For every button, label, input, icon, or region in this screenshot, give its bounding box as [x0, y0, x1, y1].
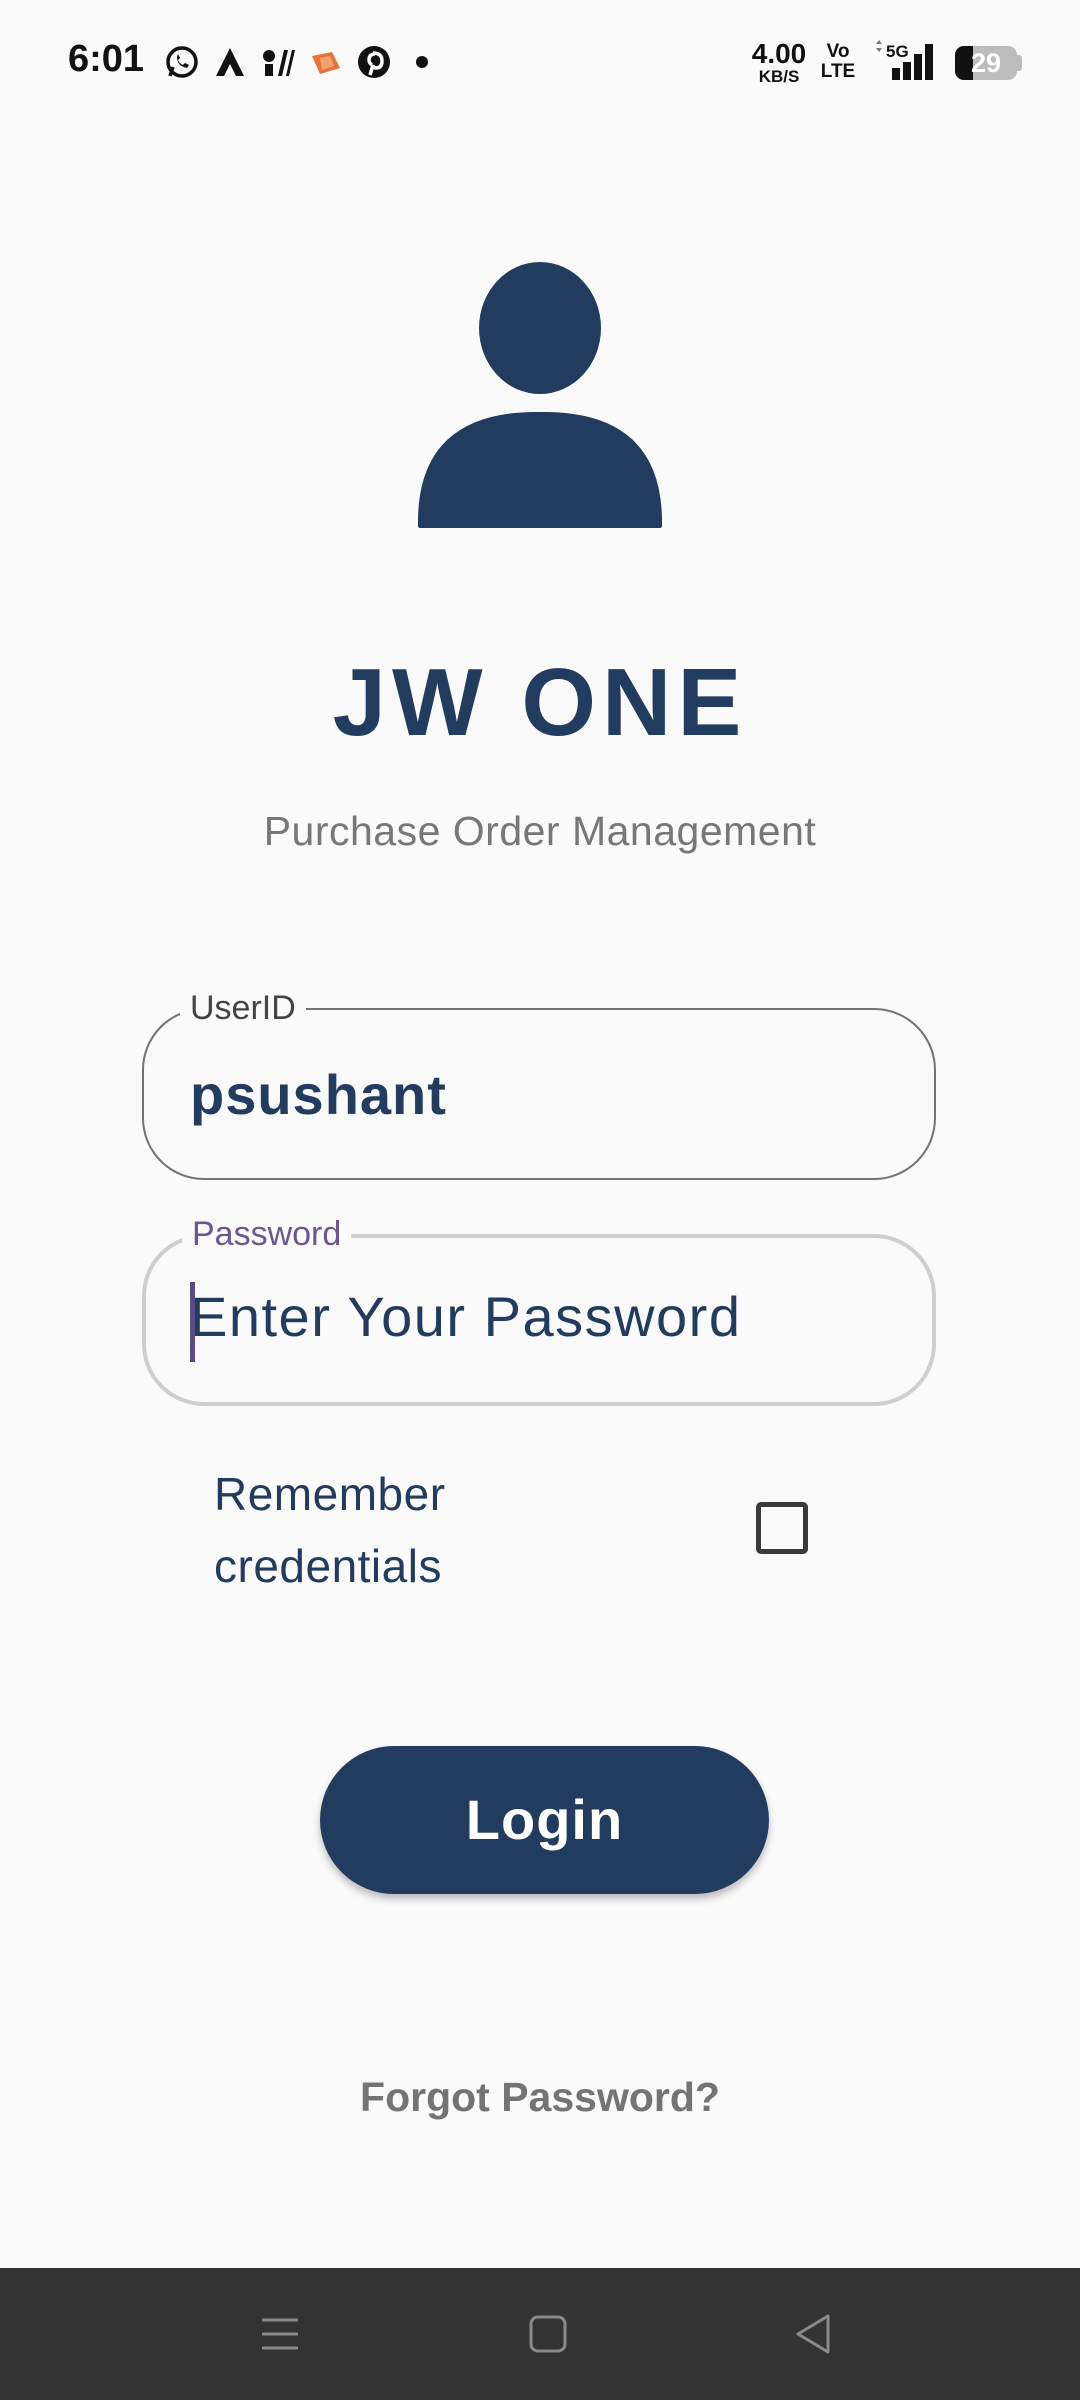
remember-credentials-label: Remember credentials [214, 1468, 446, 1592]
arrow-app-icon [216, 48, 244, 76]
back-icon[interactable] [788, 2308, 840, 2360]
password-field[interactable]: Password [142, 1214, 936, 1406]
battery-tip [1017, 55, 1022, 71]
login-button[interactable]: Login [320, 1746, 769, 1894]
menu-icon[interactable] [254, 2308, 306, 2360]
password-label: Password [182, 1214, 352, 1254]
navigation-bar [0, 2268, 1080, 2400]
userid-field[interactable]: UserID psushant [142, 988, 936, 1180]
battery-level: 29 [970, 48, 1002, 78]
ball-app-icon [263, 50, 295, 76]
network-speed: 4.00 KB/S [751, 38, 807, 86]
signal-icon: 5G [876, 40, 933, 80]
game-controller-icon [312, 52, 340, 74]
app-title: JW ONE [332, 649, 748, 756]
battery-icon: 29 [955, 46, 1017, 80]
home-icon[interactable] [522, 2308, 574, 2360]
userid-label: UserID [180, 988, 306, 1028]
password-input[interactable] [190, 1276, 880, 1356]
login-screen: 6:01 4.00 KB/S Vo LTE 5G 29 JW ONE Purch… [0, 0, 1080, 2400]
pinterest-icon [358, 46, 390, 78]
remember-credentials-checkbox[interactable] [756, 1502, 808, 1554]
user-avatar-icon [418, 262, 662, 528]
text-cursor [190, 1282, 195, 1362]
whatsapp-icon [166, 46, 198, 78]
forgot-password-link[interactable]: Forgot Password? [0, 2074, 1080, 2121]
app-subtitle: Purchase Order Management [263, 808, 817, 854]
status-bar: 6:01 4.00 KB/S Vo LTE 5G 29 [0, 0, 1080, 130]
network-type-label: 5G [886, 42, 909, 61]
status-time: 6:01 [68, 38, 145, 80]
userid-value[interactable]: psushant [190, 1062, 447, 1127]
volte-indicator: Vo LTE [820, 41, 856, 82]
more-dot-icon [416, 56, 428, 68]
